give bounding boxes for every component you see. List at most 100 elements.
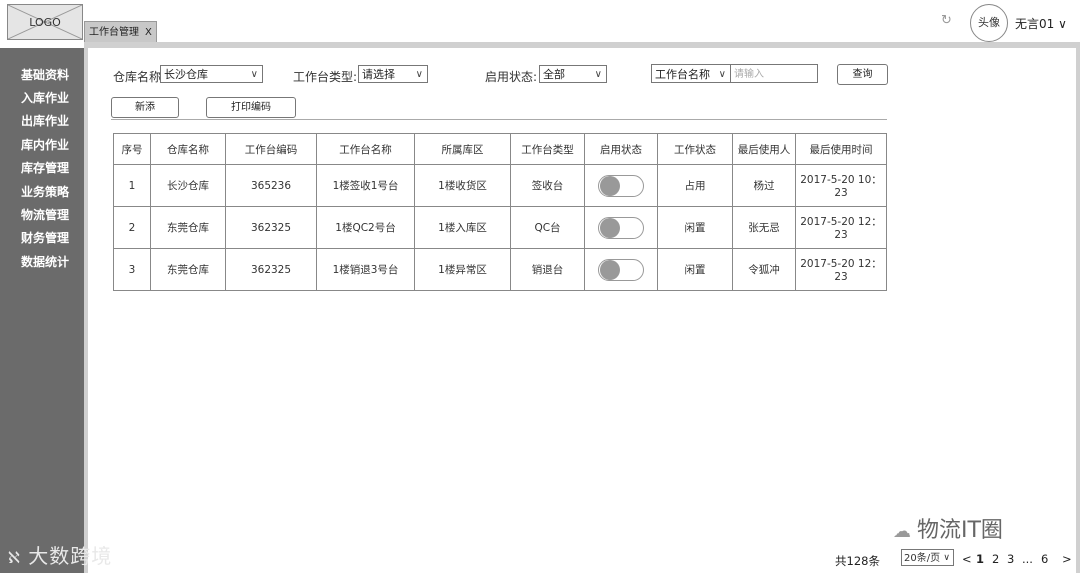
column-header: 序号 (113, 133, 151, 165)
page-size-value: 20条/页 (904, 553, 941, 564)
logo: LOGO (7, 4, 83, 40)
column-header: 启用状态 (584, 133, 658, 165)
cell-time: 2017-5-20 10：23 (795, 164, 887, 207)
name-search-input[interactable]: 请输入 (730, 64, 818, 83)
query-button[interactable]: 查询 (837, 64, 888, 85)
total-count: 共128条 (835, 554, 880, 568)
chevron-down-icon: ∨ (943, 553, 950, 563)
cell-work-status: 闲置 (657, 248, 733, 291)
table-row[interactable]: 1 长沙仓库 365236 1楼签收1号台 1楼收货区 签收台 占用 杨过 20… (113, 164, 887, 207)
cell-user: 张无忌 (732, 206, 796, 249)
warehouse-label: 仓库名称: (113, 70, 166, 84)
sidebar-item-statistics[interactable]: 数据统计 (21, 253, 69, 270)
column-header: 所属库区 (414, 133, 511, 165)
cell-enabled (584, 164, 658, 207)
sidebar-item-logistics[interactable]: 物流管理 (21, 206, 69, 223)
chevron-down-icon: ∨ (250, 69, 258, 80)
toggle-knob (600, 175, 620, 196)
workbench-table: 序号 仓库名称 工作台编码 工作台名称 所属库区 工作台类型 启用状态 工作状态… (113, 133, 887, 291)
cell-area: 1楼异常区 (414, 248, 511, 291)
enable-toggle[interactable] (598, 216, 644, 239)
table-row[interactable]: 2 东莞仓库 362325 1楼QC2号台 1楼入库区 QC台 闲置 张无忌 2… (113, 206, 887, 249)
chevron-down-icon: ∨ (718, 69, 726, 80)
cell-warehouse: 东莞仓库 (150, 206, 226, 249)
cell-no: 1 (113, 164, 151, 207)
cell-type: 签收台 (510, 164, 585, 207)
cell-area: 1楼收货区 (414, 164, 511, 207)
toolbar-divider (111, 119, 887, 120)
column-header: 最后使用人 (732, 133, 796, 165)
cell-warehouse: 东莞仓库 (150, 248, 226, 291)
cell-enabled (584, 248, 658, 291)
warehouse-select[interactable]: 长沙仓库 ∨ (160, 65, 263, 83)
table-header-row: 序号 仓库名称 工作台编码 工作台名称 所属库区 工作台类型 启用状态 工作状态… (113, 133, 887, 165)
sidebar-item-outbound[interactable]: 出库作业 (21, 112, 69, 129)
status-select[interactable]: 全部 ∨ (539, 65, 607, 83)
cell-code: 362325 (225, 206, 317, 249)
cell-work-status: 闲置 (657, 206, 733, 249)
enable-toggle[interactable] (598, 258, 644, 281)
watermark-left-text: 大数跨境 (28, 544, 113, 568)
page-1[interactable]: 1 (976, 552, 984, 566)
sidebar-item-basic-data[interactable]: 基础资料 (21, 66, 69, 83)
cell-user: 令狐冲 (732, 248, 796, 291)
sidebar-item-inbound[interactable]: 入库作业 (21, 89, 69, 106)
watermark-logo-icon: ℵ (8, 548, 21, 567)
column-header: 工作台名称 (316, 133, 415, 165)
page-3[interactable]: 3 (1007, 552, 1014, 566)
tab-bar-divider (84, 42, 1080, 48)
sidebar-item-inventory[interactable]: 库存管理 (21, 159, 69, 176)
next-page-button[interactable]: > (1062, 552, 1072, 566)
page-ellipsis: ... (1022, 552, 1033, 566)
watermark-right: ☁ 物流IT圈 (893, 512, 1003, 544)
sidebar-item-in-warehouse[interactable]: 库内作业 (21, 136, 69, 153)
print-code-button[interactable]: 打印编码 (206, 97, 296, 118)
column-header: 仓库名称 (150, 133, 226, 165)
warehouse-select-value: 长沙仓库 (164, 68, 208, 81)
logo-text: LOGO (29, 16, 61, 29)
sidebar-item-strategy[interactable]: 业务策略 (21, 183, 69, 200)
name-field-select[interactable]: 工作台名称 ∨ (651, 64, 731, 83)
page-6[interactable]: 6 (1041, 552, 1048, 566)
column-header: 工作状态 (657, 133, 733, 165)
cell-time: 2017-5-20 12：23 (795, 248, 887, 291)
chevron-down-icon: ∨ (415, 69, 423, 80)
cell-work-status: 占用 (657, 164, 733, 207)
chevron-down-icon: ∨ (594, 69, 602, 80)
sidebar-item-finance[interactable]: 财务管理 (21, 229, 69, 246)
cell-warehouse: 长沙仓库 (150, 164, 226, 207)
tab-workbench-management[interactable]: 工作台管理 X (84, 21, 157, 43)
close-icon[interactable]: X (145, 27, 152, 38)
sidebar: 基础资料 入库作业 出库作业 库内作业 库存管理 业务策略 物流管理 财务管理 … (0, 48, 88, 573)
cell-time: 2017-5-20 12：23 (795, 206, 887, 249)
refresh-icon[interactable]: ↻ (941, 13, 952, 28)
column-header: 最后使用时间 (795, 133, 887, 165)
cell-user: 杨过 (732, 164, 796, 207)
status-label: 启用状态: (485, 70, 538, 84)
table-row[interactable]: 3 东莞仓库 362325 1楼销退3号台 1楼异常区 销退台 闲置 令狐冲 2… (113, 248, 887, 291)
cell-area: 1楼入库区 (414, 206, 511, 249)
cell-no: 3 (113, 248, 151, 291)
page-2[interactable]: 2 (992, 552, 999, 566)
tab-label: 工作台管理 (89, 27, 139, 38)
add-button[interactable]: 新添 (111, 97, 179, 118)
cell-name: 1楼签收1号台 (316, 164, 415, 207)
wechat-icon: ☁ (893, 521, 911, 542)
prev-page-button[interactable]: < (962, 552, 972, 566)
toggle-knob (600, 259, 620, 280)
cell-code: 365236 (225, 164, 317, 207)
column-header: 工作台类型 (510, 133, 585, 165)
cell-name: 1楼销退3号台 (316, 248, 415, 291)
cell-enabled (584, 206, 658, 249)
cell-code: 362325 (225, 248, 317, 291)
cell-name: 1楼QC2号台 (316, 206, 415, 249)
toggle-knob (600, 217, 620, 238)
user-menu[interactable]: 无言01 ∨ (1015, 15, 1067, 32)
frame-border (1076, 48, 1080, 573)
page-size-select[interactable]: 20条/页 ∨ (901, 549, 954, 566)
avatar[interactable]: 头像 (970, 4, 1008, 42)
enable-toggle[interactable] (598, 174, 644, 197)
type-label: 工作台类型: (293, 70, 358, 84)
type-select[interactable]: 请选择 ∨ (358, 65, 428, 83)
watermark-left: ℵ 大数跨境 (8, 540, 112, 569)
